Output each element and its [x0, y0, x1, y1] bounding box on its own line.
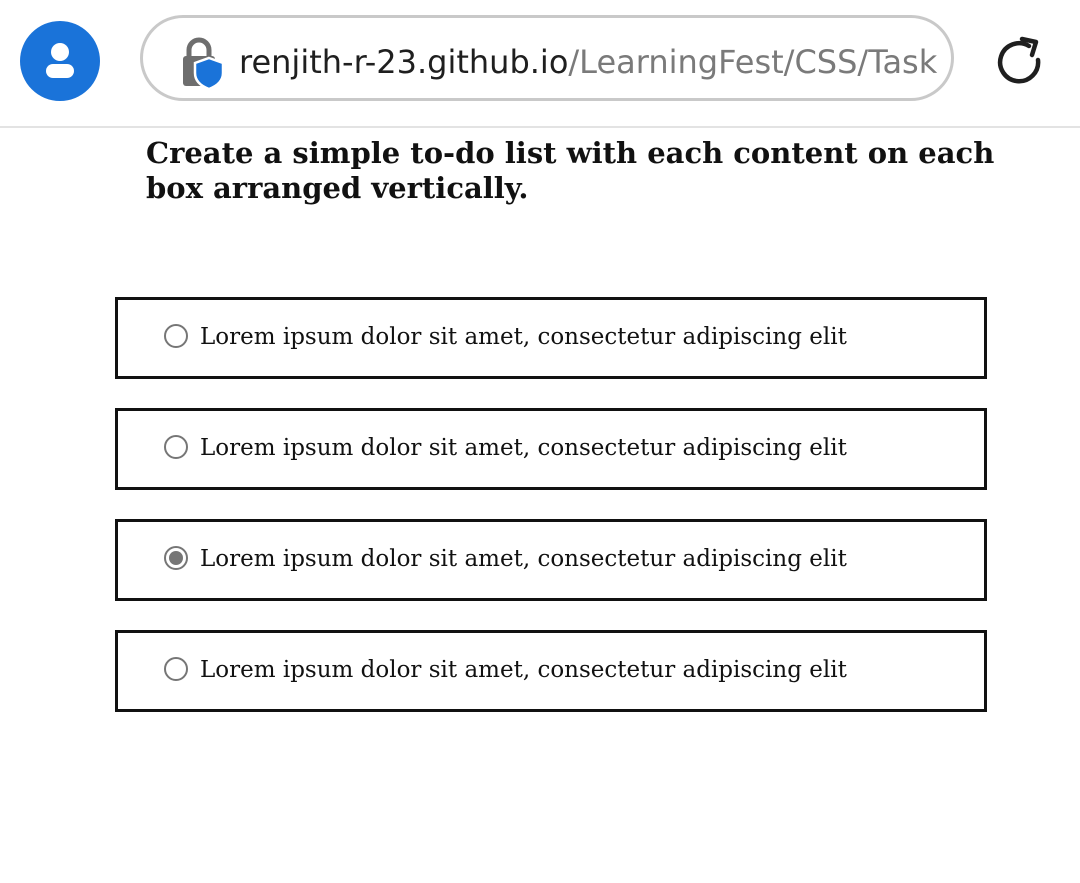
todo-item[interactable]: Lorem ipsum dolor sit amet, consectetur …	[115, 408, 987, 490]
todo-radio[interactable]	[164, 657, 188, 681]
todo-radio[interactable]	[164, 546, 188, 570]
reload-icon[interactable]	[994, 36, 1046, 88]
todo-item[interactable]: Lorem ipsum dolor sit amet, consectetur …	[115, 297, 987, 379]
todo-radio[interactable]	[164, 324, 188, 348]
todo-label: Lorem ipsum dolor sit amet, consectetur …	[200, 324, 847, 350]
address-bar[interactable]: renjith-r-23.github.io/LearningFest/CSS/…	[140, 15, 954, 101]
todo-radio[interactable]	[164, 435, 188, 459]
todo-label: Lorem ipsum dolor sit amet, consectetur …	[200, 546, 847, 572]
todo-label: Lorem ipsum dolor sit amet, consectetur …	[200, 435, 847, 461]
todo-label: Lorem ipsum dolor sit amet, consectetur …	[200, 657, 847, 683]
user-avatar-icon[interactable]	[20, 21, 100, 101]
avatar-head	[51, 43, 69, 61]
avatar-body	[46, 64, 74, 78]
lock-shield-icon[interactable]	[179, 36, 229, 90]
browser-toolbar: renjith-r-23.github.io/LearningFest/CSS/…	[0, 0, 1080, 128]
url-domain: renjith-r-23.github.io	[239, 43, 569, 81]
page-title: Create a simple to-do list with each con…	[146, 136, 995, 205]
url-text[interactable]: renjith-r-23.github.io/LearningFest/CSS/…	[239, 42, 939, 86]
todo-list: Lorem ipsum dolor sit amet, consectetur …	[115, 297, 987, 741]
todo-item[interactable]: Lorem ipsum dolor sit amet, consectetur …	[115, 519, 987, 601]
todo-item[interactable]: Lorem ipsum dolor sit amet, consectetur …	[115, 630, 987, 712]
url-path: /LearningFest/CSS/Task	[568, 43, 938, 81]
